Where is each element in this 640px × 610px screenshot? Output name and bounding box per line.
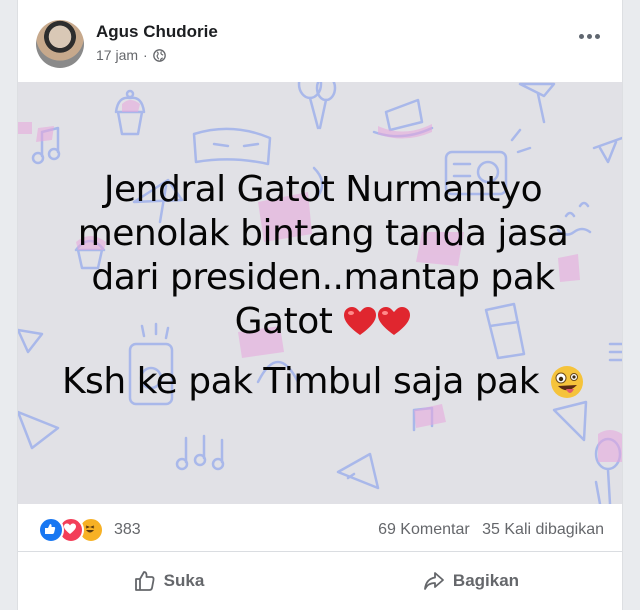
heart-icon [344,307,377,335]
like-reaction-icon [38,517,64,543]
like-button[interactable]: Suka [18,556,320,606]
post-time[interactable]: 17 jam [96,47,138,63]
author-name[interactable]: Agus Chudorie [96,22,218,42]
like-label: Suka [163,571,205,590]
comments-count[interactable]: 69 Komentar [378,521,470,538]
share-arrow-icon [424,572,444,590]
engagement-counts: 69 Komentar 35 Kali dibagikan [378,521,604,539]
post-text-main: Jendral Gatot Nurmantyo menolak bintang … [77,169,569,342]
author-avatar[interactable] [36,20,84,68]
share-button[interactable]: Bagikan [320,556,622,606]
post-text-secondary: Ksh ke pak Timbul saja pak [61,361,540,402]
share-label: Bagikan [452,571,520,590]
post-text-line2: Ksh ke pak Timbul saja pak [58,360,588,404]
meta-separator: · [143,47,148,63]
heart-icon [378,307,411,335]
reactions-summary[interactable]: 383 [38,517,141,543]
zany-face-icon [551,366,584,398]
post-stats: 383 69 Komentar 35 Kali dibagikan [18,510,622,552]
post-background: Jendral Gatot Nurmantyo menolak bintang … [18,82,622,504]
more-options-icon[interactable] [579,34,600,39]
post-meta: 17 jam · [96,47,166,63]
reactions-count[interactable]: 383 [114,521,141,539]
post-text-line1: Jendral Gatot Nurmantyo menolak bintang … [58,168,588,344]
post-card: Agus Chudorie 17 jam · Jendral Gatot Nur… [17,0,623,610]
shares-count[interactable]: 35 Kali dibagikan [482,521,604,538]
globe-icon[interactable] [152,48,166,62]
thumbs-up-icon [134,571,155,591]
post-body: Jendral Gatot Nurmantyo menolak bintang … [58,168,588,404]
post-header: Agus Chudorie 17 jam · [18,0,622,82]
post-actions: Suka Bagikan [18,556,622,606]
